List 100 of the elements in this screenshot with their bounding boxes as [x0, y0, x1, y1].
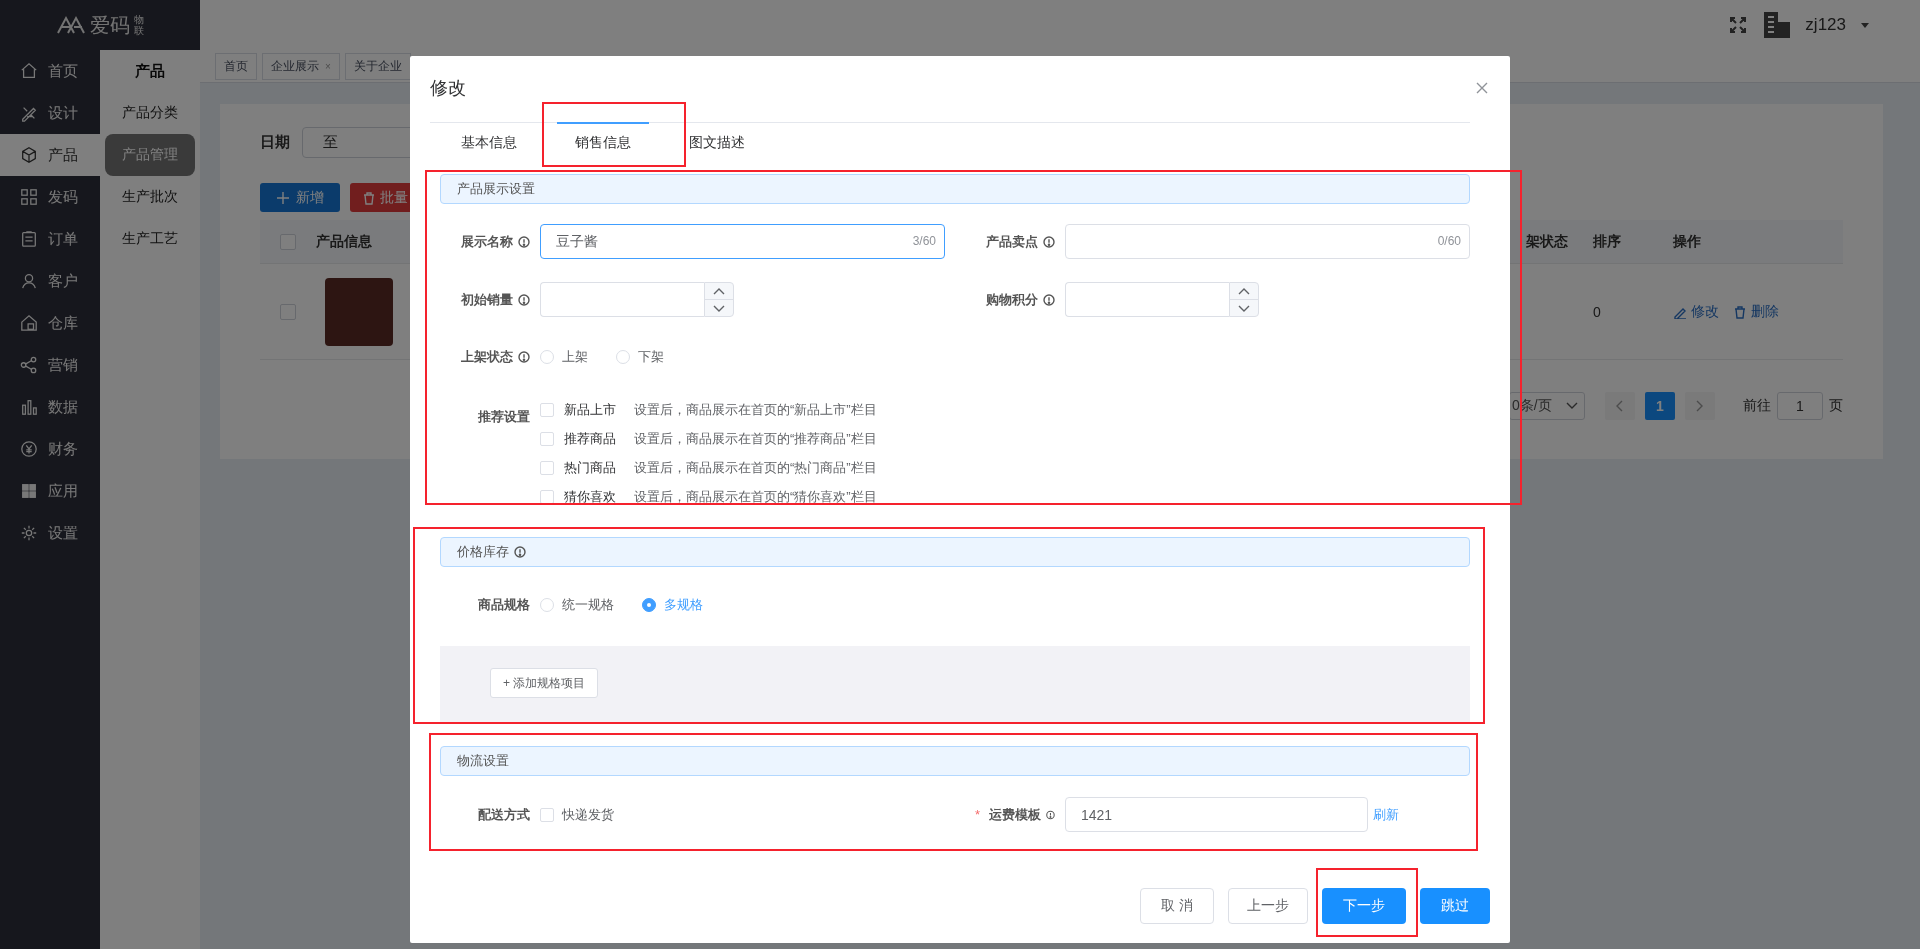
primary-button[interactable]: 跳过 [1420, 888, 1490, 924]
nav-item[interactable]: 发码 [0, 176, 100, 218]
secondary-button[interactable]: 取 消 [1140, 888, 1214, 924]
column-header: 排序 [1593, 232, 1621, 251]
share-icon [20, 356, 38, 374]
settings-icon [20, 524, 38, 542]
option-label: 猜你喜欢 [564, 487, 616, 506]
character-counter: 3/60 [912, 234, 936, 248]
option-label: 快递发货 [562, 805, 614, 824]
nav-item[interactable]: 首页 [0, 50, 100, 92]
add-button[interactable]: 新增 [260, 183, 340, 212]
option-hint: 设置后，商品展示在首页的“热门商品”栏目 [634, 458, 877, 477]
select-all-checkbox[interactable] [280, 233, 296, 250]
text-field[interactable] [1065, 224, 1470, 259]
next-page-button[interactable] [1685, 392, 1715, 420]
nav-item[interactable]: 营销 [0, 344, 100, 386]
option-label: 热门商品 [564, 458, 616, 477]
nav-item[interactable]: 设计 [0, 92, 100, 134]
previous-page-button[interactable] [1605, 392, 1635, 420]
nav-item[interactable]: 数据 [0, 386, 100, 428]
apps-icon [20, 482, 38, 500]
option-label: 新品上市 [564, 400, 616, 419]
edit-link[interactable]: 修改 [1673, 302, 1719, 321]
delete-link[interactable]: 删除 [1733, 302, 1779, 321]
chevron-left-icon [1616, 400, 1624, 412]
nav-item[interactable]: 应用 [0, 470, 100, 512]
option-label: 统一规格 [562, 596, 614, 614]
section-title: 产品展示设置 [457, 180, 535, 198]
field-label: 运费模板 [989, 805, 1042, 824]
logo-icon [56, 15, 86, 35]
field-label: 购物积分 [986, 290, 1038, 309]
yen-icon [20, 440, 38, 458]
close-icon[interactable] [1476, 82, 1488, 94]
section-title: 价格库存 [457, 543, 509, 561]
logo-text: 爱码 [90, 12, 130, 38]
dialog-title: 修改 [430, 77, 466, 100]
primary-button[interactable]: 下一步 [1322, 888, 1406, 924]
text-field[interactable]: 1421 [1065, 797, 1368, 832]
field-label: 商品规格 [478, 596, 530, 614]
checkbox[interactable] [540, 807, 554, 822]
tab[interactable]: 基本信息 [443, 122, 535, 162]
field-label: 展示名称 [461, 232, 513, 251]
number-field[interactable] [1065, 282, 1229, 317]
field-label: 产品卖点 [986, 232, 1038, 251]
nav-item[interactable]: 产品 [0, 134, 100, 176]
submenu-item[interactable]: 生产工艺 [105, 218, 195, 260]
chevron-right-icon [1696, 400, 1704, 412]
nav-item[interactable]: 财务 [0, 428, 100, 470]
page-tab[interactable]: 首页 [215, 52, 257, 80]
warehouse-icon [20, 314, 38, 332]
chevron-down-icon [713, 304, 725, 312]
chevron-up-icon [1238, 287, 1250, 295]
field-label: 配送方式 [478, 805, 530, 824]
required-mark: * [975, 807, 981, 822]
nav-item[interactable]: 客户 [0, 260, 100, 302]
secondary-button[interactable]: 上一步 [1228, 888, 1308, 924]
page-tab-label: 企业展示 [271, 57, 319, 75]
field-label: 初始销量 [461, 290, 513, 309]
chevron-down-icon [1566, 402, 1578, 410]
nav-item[interactable]: 订单 [0, 218, 100, 260]
grid-icon [20, 188, 38, 206]
option-hint: 设置后，商品展示在首页的“新品上市”栏目 [634, 400, 877, 419]
refresh-link[interactable]: 刷新 [1373, 805, 1399, 824]
building-icon [1761, 10, 1792, 40]
page-tab[interactable]: 关于企业 [344, 52, 411, 80]
submenu-item[interactable]: 产品分类 [105, 92, 195, 134]
plus-icon [276, 190, 290, 205]
caret-down-icon [1860, 21, 1870, 29]
photo-placeholder [325, 277, 393, 346]
add-spec-button[interactable]: + 添加规格项目 [490, 668, 599, 698]
cube-icon [20, 146, 38, 164]
character-counter: 0/60 [1437, 234, 1461, 248]
column-header: 操作 [1673, 232, 1701, 251]
chevron-down-icon [1238, 304, 1250, 312]
submenu-item[interactable]: 生产批次 [105, 176, 195, 218]
page-button[interactable]: 1 [1645, 392, 1675, 420]
column-header: 架状态 [1526, 232, 1568, 251]
page-tab[interactable]: 企业展示 × [262, 52, 340, 80]
option-label: 上架 [562, 348, 588, 366]
user-icon [20, 272, 38, 290]
page-tab-label: 首页 [224, 57, 248, 75]
number-field[interactable] [540, 282, 704, 317]
checkbox[interactable] [540, 460, 554, 475]
fullscreen-icon [1729, 16, 1748, 34]
row-checkbox[interactable] [280, 303, 296, 320]
goto-suffix: 页 [1829, 397, 1843, 415]
page-input[interactable]: 1 [1777, 392, 1823, 420]
nav-item[interactable]: 仓库 [0, 302, 100, 344]
checkbox[interactable] [540, 431, 554, 446]
user-name[interactable]: zj123 [1805, 15, 1846, 35]
logo-subtext: 物联 [134, 14, 144, 36]
table-cell-text: 0 [1593, 303, 1602, 320]
tab[interactable]: 销售信息 [557, 122, 649, 162]
trash-icon [1733, 304, 1747, 319]
option-hint: 设置后，商品展示在首页的“推荐商品”栏目 [634, 429, 877, 448]
close-icon[interactable]: × [325, 60, 331, 72]
nav-item[interactable]: 设置 [0, 512, 100, 554]
radio-button[interactable] [642, 598, 656, 612]
tab[interactable]: 图文描述 [671, 122, 763, 162]
checkbox[interactable] [540, 402, 554, 417]
